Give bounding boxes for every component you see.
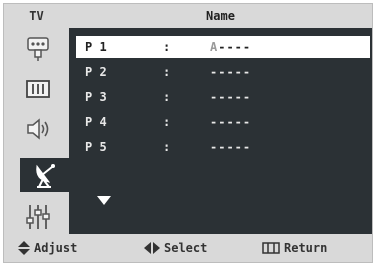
select-label: Select [164, 241, 208, 255]
menu-button-icon [262, 242, 280, 254]
channel-row[interactable]: P 5 : ----- [76, 136, 370, 158]
sidebar-item-input[interactable] [20, 32, 56, 66]
name-placeholder: ----- [210, 115, 252, 129]
left-right-arrows-icon [144, 242, 160, 254]
adjust-label: Adjust [34, 241, 78, 255]
channel-row[interactable]: P 1 : A---- [76, 36, 370, 58]
sidebar-item-setup[interactable] [20, 200, 56, 234]
sidebar-item-picture[interactable] [20, 72, 56, 106]
adjust-hint: Adjust [18, 241, 77, 255]
mode-label: TV [4, 4, 69, 28]
separator: : [163, 40, 171, 54]
channel-row[interactable]: P 3 : ----- [76, 86, 370, 108]
channel-label: P 5 [85, 140, 107, 154]
scroll-down-icon[interactable] [97, 196, 111, 205]
separator: : [163, 65, 171, 79]
separator: : [163, 115, 171, 129]
cursor-char: A [210, 40, 219, 54]
up-down-arrows-icon [18, 241, 30, 255]
sidebar-item-sound[interactable] [20, 112, 56, 146]
channel-label: P 4 [85, 115, 107, 129]
channel-name-value[interactable]: ----- [210, 140, 251, 154]
name-placeholder: ---- [218, 40, 252, 54]
menu-sidebar [4, 28, 69, 234]
picture-icon [25, 78, 51, 100]
return-label: Return [284, 241, 328, 255]
name-list-panel: P 1 : A---- P 2 : ----- P 3 : ----- P 4 … [69, 28, 372, 234]
channel-name-value[interactable]: ----- [210, 115, 251, 129]
name-placeholder: ----- [210, 140, 252, 154]
select-hint: Select [144, 241, 207, 255]
sound-icon [25, 117, 51, 141]
channel-name-value[interactable]: A---- [210, 40, 251, 54]
channel-label: P 3 [85, 90, 107, 104]
name-placeholder: ----- [210, 65, 252, 79]
input-icon [26, 36, 50, 62]
channel-icon [31, 160, 59, 190]
menu-title: Name [69, 4, 372, 28]
channel-name-value[interactable]: ----- [210, 90, 251, 104]
channel-label: P 1 [85, 40, 107, 54]
menu-footer: Adjust Select Return [4, 234, 372, 262]
channel-name-value[interactable]: ----- [210, 65, 251, 79]
menu-header: TV Name [4, 4, 372, 28]
sidebar-item-channel[interactable] [20, 158, 69, 192]
osd-menu-window: TV Name P 1: A---- P 2: ----- P 3: --… [3, 3, 373, 263]
separator: : [163, 140, 171, 154]
setup-icon [25, 203, 51, 231]
return-hint: Return [262, 241, 327, 255]
separator: : [163, 90, 171, 104]
channel-label: P 2 [85, 65, 107, 79]
channel-row[interactable]: P 2 : ----- [76, 61, 370, 83]
name-placeholder: ----- [210, 90, 252, 104]
channel-row[interactable]: P 4 : ----- [76, 111, 370, 133]
